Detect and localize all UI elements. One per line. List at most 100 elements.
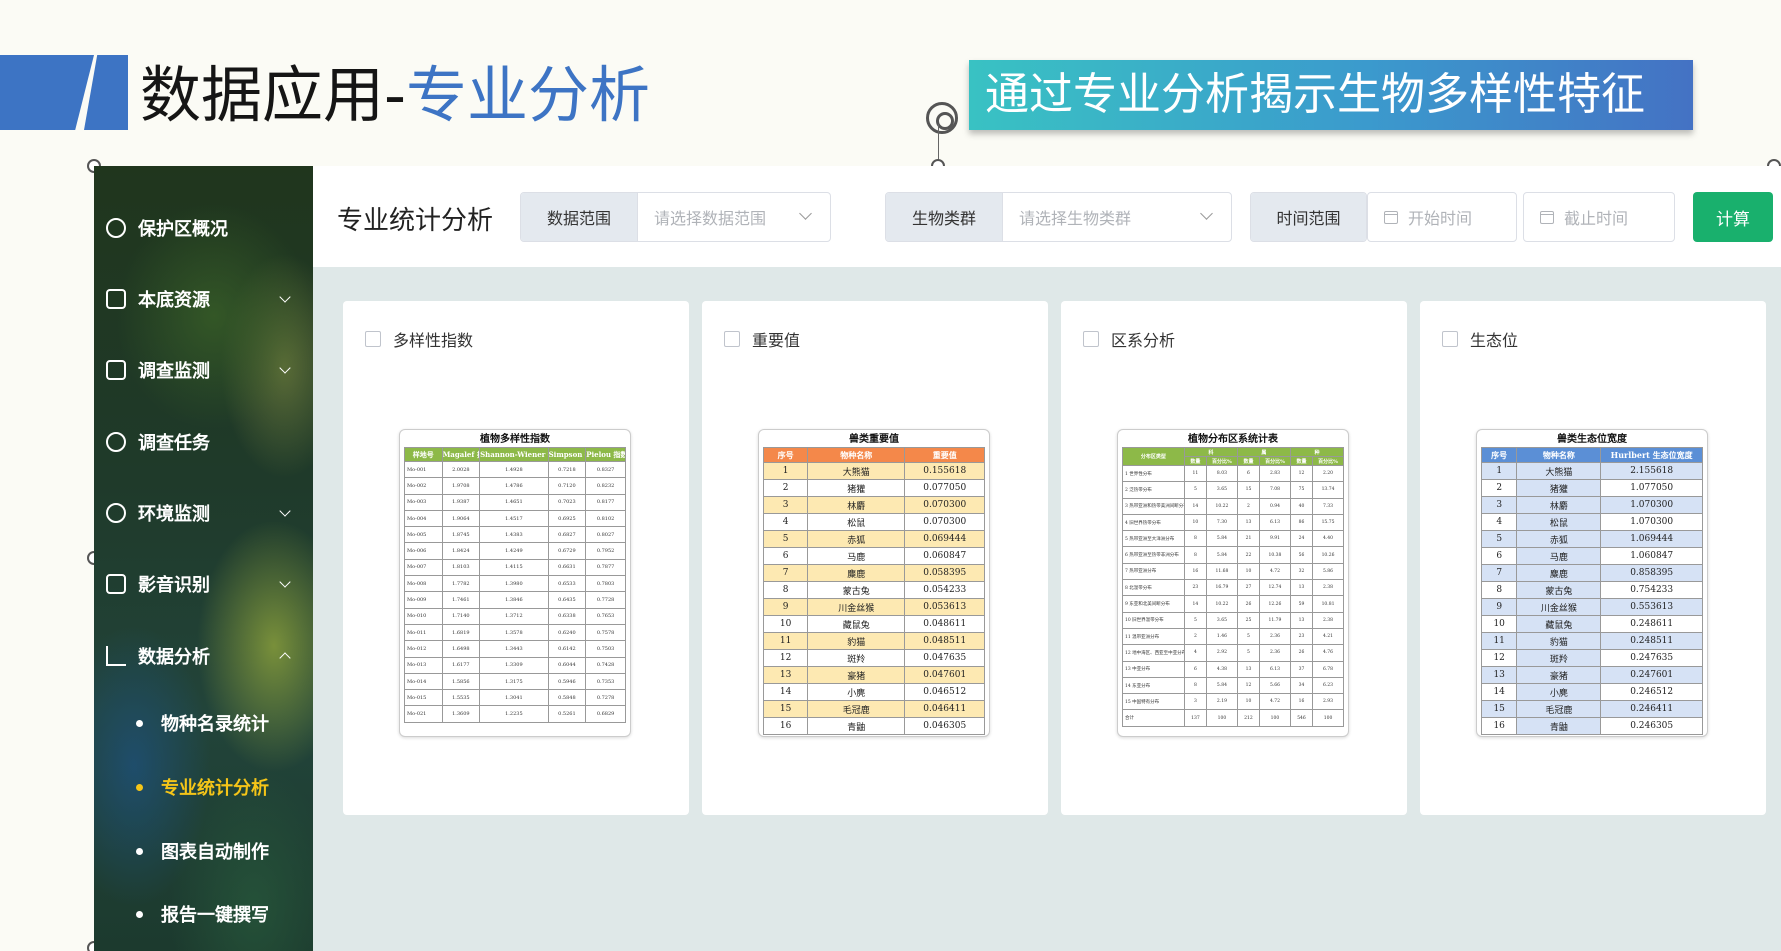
table-cell: 5 [1236, 644, 1261, 662]
table-cell: 546 [1289, 709, 1314, 727]
table-cell: 1.7140 [441, 607, 481, 625]
table-cell: 0.6729 [547, 542, 587, 560]
table-cell: 1.060847 [1600, 547, 1703, 565]
table-row: 合计 137 100 212 100 546 100 [1122, 709, 1344, 727]
start-date-input[interactable]: 开始时间 [1367, 192, 1517, 242]
table-cell: 13 [762, 666, 809, 684]
table-cell: 5 [1236, 627, 1261, 646]
end-date-input[interactable]: 截止时间 [1523, 192, 1675, 242]
table-cell: 0.047635 [904, 649, 985, 667]
data-range-select[interactable]: 数据范围 请选择数据范围 [520, 192, 831, 242]
table-cell: 0.070300 [904, 496, 985, 514]
table-cell: 0.5946 [547, 672, 587, 691]
table-cell: 0.077050 [904, 479, 985, 497]
table-cell: 1.7782 [441, 575, 481, 593]
rotate-handle-icon[interactable] [926, 102, 958, 134]
table-row: Mo-013 1.6177 1.3309 0.6044 0.7428 [404, 656, 626, 674]
bio-group-select[interactable]: 生物类群 请选择生物类群 [885, 192, 1232, 242]
table-cell: 4 [762, 513, 809, 531]
task-icon [106, 432, 126, 452]
bio-group-input[interactable]: 请选择生物类群 [1003, 193, 1231, 241]
importance-table-preview[interactable]: 兽类重要值 序号 物种名称 重要值 1 大熊猫 0.155618 2 猪獾 0.07705… [758, 429, 990, 737]
table-row: 11 温带亚洲分布 2 1.46 5 2.36 23 4.21 [1122, 627, 1344, 646]
table-row: Mo-002 1.9708 1.4786 0.7120 0.8232 [404, 477, 626, 495]
table-cell: 11 [1480, 632, 1518, 650]
table-cell: 0.7428 [585, 656, 626, 674]
table-row: 14 小麂 0.246512 [1480, 683, 1703, 701]
sidebar-item-label: 调查任务 [138, 433, 210, 454]
diversity-checkbox[interactable] [365, 331, 381, 347]
table-cell: 5.84 [1205, 530, 1238, 548]
sidebar-item-label: 环境监测 [138, 504, 210, 525]
calendar-icon [1540, 210, 1554, 224]
table-cell: 21 [1236, 530, 1261, 548]
sidebar-item-analysis[interactable]: 数据分析 [94, 628, 313, 684]
table-row: Mo-007 1.8103 1.4115 0.6631 0.7877 [404, 558, 626, 577]
card-header: 生态位 [1442, 327, 1518, 351]
diversity-table-preview[interactable]: 植物多样性指数 样地号 Magalef 指数 Shannon-Wiener 指数… [399, 429, 631, 737]
table-cell: 1.3443 [479, 640, 549, 658]
col-header: 百分比% [1205, 456, 1238, 466]
table-cell: 0.046411 [904, 700, 985, 718]
table-cell: Mo-013 [404, 656, 443, 674]
table-cell: 14 [762, 683, 809, 701]
table-row: 10 藏鼠兔 0.048611 [762, 615, 985, 633]
table-row: Mo-014 1.5856 1.3175 0.5946 0.7353 [404, 672, 626, 691]
niche-table-preview[interactable]: 兽类生态位宽度 序号 物种名称 Hurlbert 生态位宽度 1 大熊猫 2.155… [1476, 429, 1708, 737]
table-row: Mo-015 1.5535 1.3041 0.5848 0.7278 [404, 689, 626, 707]
sidebar-item-overview[interactable]: 保护区概况 [94, 200, 313, 256]
table-cell: 0.6533 [547, 575, 587, 593]
region-checkbox[interactable] [1083, 331, 1099, 347]
data-range-input[interactable]: 请选择数据范围 [638, 193, 830, 241]
end-date-placeholder: 截止时间 [1564, 209, 1629, 228]
table-cell: 7 [1480, 564, 1518, 582]
table-cell: 16 [1289, 693, 1314, 711]
table-cell: 13 [1236, 513, 1261, 532]
table-cell: 1.4249 [479, 542, 549, 560]
table-cell: 9 东亚和北美间断分布 [1122, 595, 1185, 613]
table-cell: 25 [1236, 611, 1261, 629]
table-cell: 1.3041 [479, 689, 549, 707]
table-cell: 1 世界性分布 [1122, 464, 1185, 483]
table-cell: 0.6240 [547, 623, 587, 642]
importance-checkbox[interactable] [724, 331, 740, 347]
table-cell: 赤狐 [1516, 530, 1602, 548]
sidebar-item-environment[interactable]: 环境监测 [94, 485, 313, 541]
table-cell: 1.5856 [441, 672, 481, 691]
table-cell: 2.36 [1259, 627, 1291, 646]
table-row: Mo-009 1.7461 1.3846 0.6435 0.7728 [404, 591, 626, 609]
table-row: Mo-008 1.7782 1.3980 0.6533 0.7803 [404, 575, 626, 593]
table-cell: 27 [1236, 579, 1261, 597]
table-cell: 马鹿 [1516, 547, 1602, 565]
table-cell: 1.6177 [441, 656, 481, 674]
table-cell: 16.79 [1205, 579, 1238, 597]
sidebar-subitem-species-list[interactable]: 物种名录统计 [94, 698, 313, 748]
table-row: 11 豹猫 0.248511 [1480, 632, 1703, 650]
table-cell: 9.91 [1259, 530, 1291, 548]
niche-checkbox[interactable] [1442, 331, 1458, 347]
sidebar-subitem-pro-analysis[interactable]: 专业统计分析 [94, 762, 313, 812]
sidebar-item-resources[interactable]: 本底资源 [94, 271, 313, 327]
table-cell: 0.069444 [904, 530, 985, 548]
table-cell: 4.38 [1205, 660, 1238, 678]
calculate-button[interactable]: 计算 [1693, 192, 1773, 242]
table-cell: 0.7803 [585, 575, 626, 593]
table-cell: 1.3980 [479, 575, 549, 593]
sidebar-subitem-charts[interactable]: 图表自动制作 [94, 826, 313, 876]
table-cell: 10 [1236, 693, 1261, 711]
sidebar-item-media[interactable]: 影音识别 [94, 556, 313, 612]
table-cell: 0.6044 [547, 656, 587, 674]
sidebar-item-tasks[interactable]: 调查任务 [94, 414, 313, 470]
table-row: 6 热带亚洲至热带非洲分布 8 5.84 22 10.38 56 10.26 [1122, 546, 1344, 564]
table-cell: 12 [1236, 676, 1261, 695]
region-table-preview[interactable]: 植物分布区系统计表 分布区类型 科 属 种 数量 百分比% 数量 百分比% 数量… [1117, 429, 1349, 737]
sidebar-item-survey[interactable]: 调查监测 [94, 342, 313, 398]
table-cell: 6.23 [1312, 676, 1344, 695]
table-cell: 5 [1480, 530, 1518, 548]
table-cell: 0.246305 [1600, 717, 1703, 735]
table-cell: 合计 [1122, 709, 1185, 727]
table-cell: 0.7218 [547, 460, 587, 479]
sidebar-subitem-report[interactable]: 报告一键撰写 [94, 889, 313, 939]
table-cell: 12 [762, 649, 809, 667]
table-cell: 1.8745 [441, 526, 481, 544]
